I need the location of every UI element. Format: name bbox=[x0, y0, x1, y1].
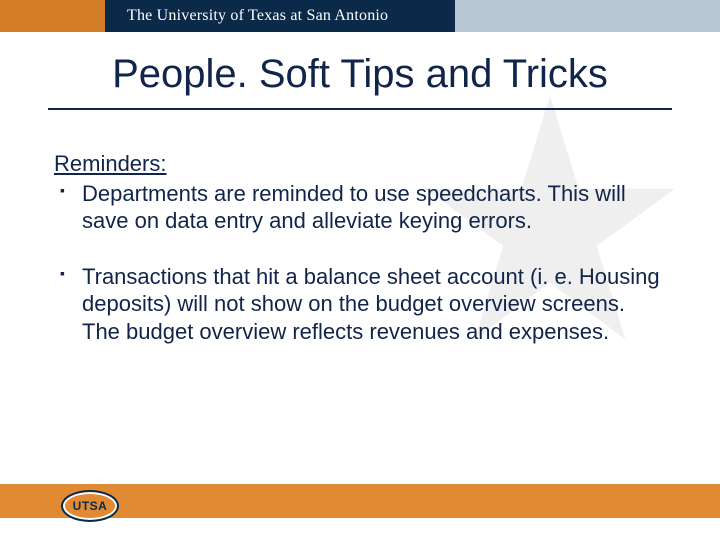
logo: UTSA bbox=[58, 486, 122, 526]
logo-oval: UTSA bbox=[61, 490, 119, 522]
bullet-list: Departments are reminded to use speedcha… bbox=[54, 180, 666, 346]
list-item: Transactions that hit a balance sheet ac… bbox=[54, 263, 666, 346]
header-accent-orange bbox=[0, 0, 105, 32]
org-name: The University of Texas at San Antonio bbox=[127, 7, 388, 25]
slide-body: Reminders: Departments are reminded to u… bbox=[54, 150, 666, 373]
list-item: Departments are reminded to use speedcha… bbox=[54, 180, 666, 235]
logo-text: UTSA bbox=[73, 499, 108, 513]
header-title-band: The University of Texas at San Antonio bbox=[105, 0, 455, 32]
section-heading: Reminders: bbox=[54, 150, 666, 178]
slide: The University of Texas at San Antonio P… bbox=[0, 0, 720, 540]
slide-title: People. Soft Tips and Tricks bbox=[0, 52, 720, 97]
title-rule bbox=[48, 108, 672, 110]
